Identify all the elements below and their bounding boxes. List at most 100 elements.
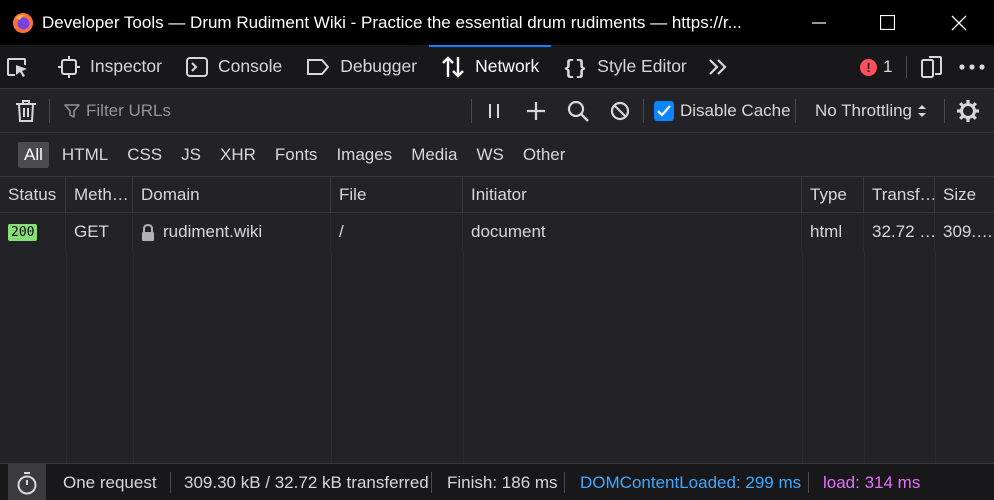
filter-ws[interactable]: WS <box>471 142 510 168</box>
column-status[interactable]: Status <box>0 177 66 212</box>
pause-icon <box>489 103 499 118</box>
column-transferred[interactable]: Transf… <box>864 177 935 212</box>
column-size[interactable]: Size <box>935 177 994 212</box>
load-time: load: 314 ms <box>823 472 921 492</box>
toolbar-divider <box>643 99 644 123</box>
throttling-value: No Throttling <box>815 100 913 120</box>
summary-divider <box>808 472 809 493</box>
plus-icon <box>527 101 545 120</box>
transferred-summary: 309.30 kB / 32.72 kB transferred <box>184 472 429 492</box>
error-icon: ! <box>860 58 877 76</box>
status-badge: 200 <box>8 223 38 241</box>
finish-time: Finish: 186 ms <box>447 472 558 492</box>
tab-style-editor[interactable]: {} Style Editor <box>551 45 698 89</box>
stopwatch-icon <box>17 471 37 494</box>
column-divider <box>463 251 464 463</box>
filter-urls-placeholder: Filter URLs <box>86 100 172 120</box>
column-divider <box>66 251 67 463</box>
table-row[interactable]: 200 GET rudiment.wiki / document html 32… <box>0 213 994 251</box>
responsive-design-button[interactable] <box>920 45 954 89</box>
column-divider <box>864 251 865 463</box>
request-file-cell: / <box>331 213 463 251</box>
toolbar-divider <box>795 99 796 123</box>
column-type[interactable]: Type <box>802 177 864 212</box>
element-picker-button[interactable] <box>0 45 46 89</box>
request-status-cell: 200 <box>0 213 66 251</box>
maximize-button[interactable] <box>852 0 922 45</box>
summary-divider <box>170 472 171 493</box>
toolbox-menu-button[interactable] <box>958 45 994 89</box>
select-arrows-icon <box>918 104 927 117</box>
performance-analysis-button[interactable] <box>8 464 46 500</box>
style-editor-icon: {} <box>563 58 587 79</box>
request-domain: rudiment.wiki <box>163 222 263 241</box>
request-transferred-cell: 32.72 … <box>864 213 935 251</box>
minimize-button[interactable] <box>784 0 854 45</box>
responsive-design-icon <box>921 55 942 78</box>
block-requests-button[interactable] <box>608 89 632 132</box>
filter-icon <box>64 103 80 118</box>
clear-requests-button[interactable] <box>14 89 38 132</box>
window-title: Developer Tools — Drum Rudiment Wiki - P… <box>42 12 742 32</box>
request-count: One request <box>63 472 157 492</box>
request-domain-cell: rudiment.wiki <box>133 213 331 251</box>
tab-inspector[interactable]: Inspector <box>46 45 174 89</box>
disable-cache-label: Disable Cache <box>680 100 791 120</box>
more-tools-button[interactable] <box>699 45 747 89</box>
firefox-logo-icon <box>13 12 33 33</box>
trash-icon <box>16 99 36 122</box>
column-divider <box>935 251 936 463</box>
tab-console-label: Console <box>217 56 283 76</box>
network-icon <box>442 55 464 78</box>
filter-fonts[interactable]: Fonts <box>269 142 324 168</box>
checkbox-checked-icon <box>654 100 674 121</box>
maximize-icon <box>879 15 895 30</box>
request-method-cell: GET <box>66 213 133 251</box>
error-count: 1 <box>883 57 893 76</box>
tab-style-editor-label: Style Editor <box>597 56 687 76</box>
new-request-button[interactable] <box>524 89 548 132</box>
tab-debugger-label: Debugger <box>340 56 418 76</box>
pause-button[interactable] <box>482 89 506 132</box>
tab-debugger[interactable]: Debugger <box>294 45 429 89</box>
filter-xhr[interactable]: XHR <box>214 142 262 168</box>
more-options-icon <box>959 63 985 70</box>
request-size-cell: 309.… <box>943 222 994 241</box>
close-icon <box>951 15 967 30</box>
column-file[interactable]: File <box>331 177 463 212</box>
minimize-icon <box>812 21 826 24</box>
throttling-select[interactable]: No Throttling <box>815 89 927 132</box>
error-count-button[interactable]: ! 1 <box>860 45 892 89</box>
debugger-icon <box>307 58 330 75</box>
tab-network-label: Network <box>475 56 540 76</box>
disable-cache-checkbox[interactable]: Disable Cache <box>654 89 791 132</box>
filter-js[interactable]: JS <box>175 142 207 168</box>
column-divider <box>331 251 332 463</box>
tab-inspector-label: Inspector <box>90 56 162 76</box>
filter-html[interactable]: HTML <box>56 142 114 168</box>
close-window-button[interactable] <box>924 0 994 45</box>
filter-all[interactable]: All <box>18 141 49 168</box>
requests-empty-area <box>0 251 994 463</box>
filter-css[interactable]: CSS <box>121 142 168 168</box>
toolbar-divider <box>944 99 945 123</box>
request-type-filters: All HTML CSS JS XHR Fonts Images Media W… <box>0 132 994 176</box>
console-icon <box>185 56 208 77</box>
filter-other[interactable]: Other <box>517 142 572 168</box>
search-button[interactable] <box>566 89 590 132</box>
request-type-cell: html <box>802 213 864 251</box>
tab-console[interactable]: Console <box>174 45 294 89</box>
filter-images[interactable]: Images <box>330 142 398 168</box>
search-icon <box>567 100 589 122</box>
tab-network[interactable]: Network <box>429 44 552 89</box>
network-settings-button[interactable] <box>955 89 981 132</box>
filter-media[interactable]: Media <box>405 142 463 168</box>
filter-urls-input[interactable]: Filter URLs <box>52 89 470 132</box>
svg-text:{}: {} <box>563 58 587 79</box>
dom-content-loaded-time: DOMContentLoaded: 299 ms <box>580 472 802 492</box>
toolbar-divider <box>49 99 50 123</box>
column-method[interactable]: Meth… <box>66 177 133 212</box>
column-divider <box>133 251 134 463</box>
column-initiator[interactable]: Initiator <box>463 177 802 212</box>
column-domain[interactable]: Domain <box>133 177 331 212</box>
